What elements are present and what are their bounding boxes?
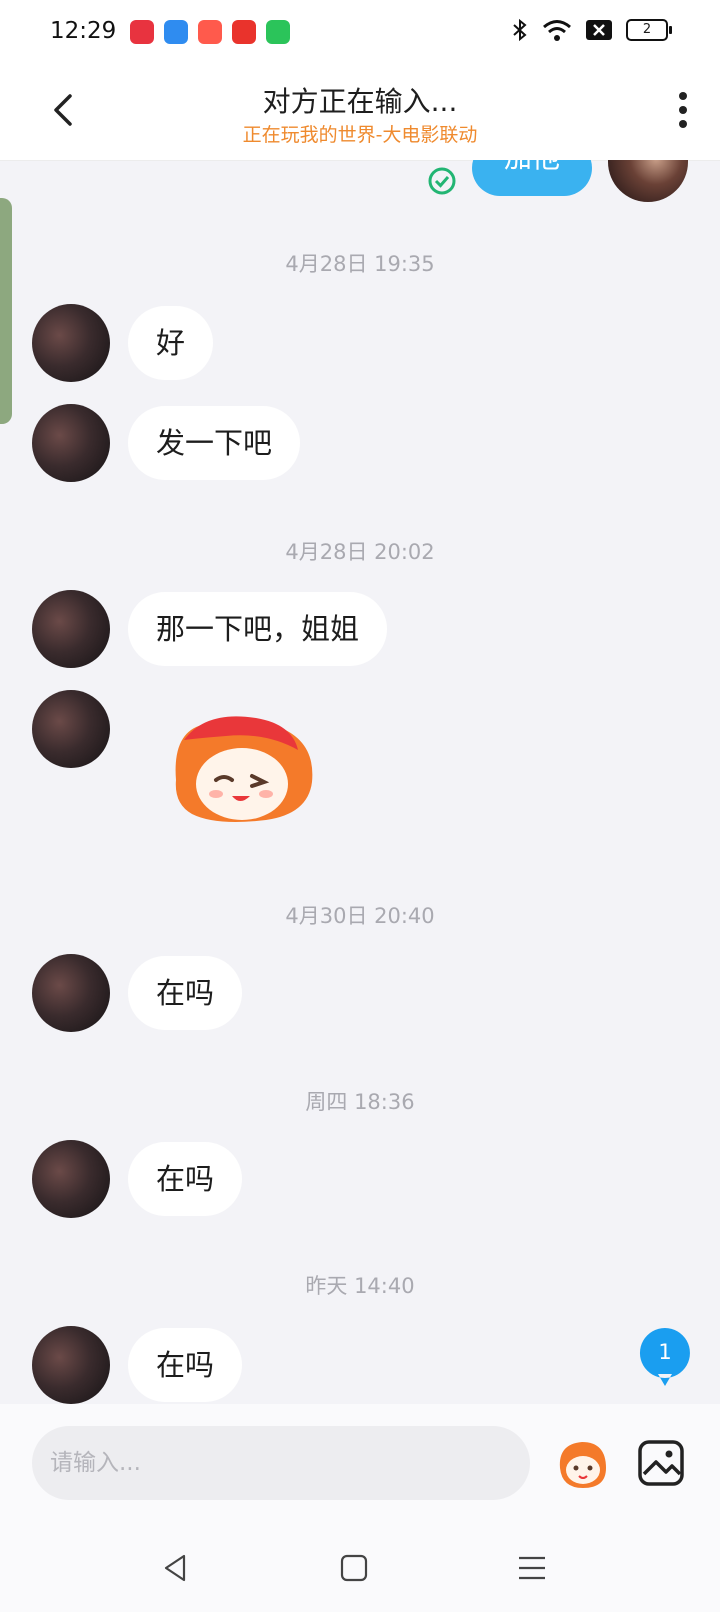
- bluetooth-icon: [513, 18, 527, 42]
- chat-timestamp: 周四 18:36: [305, 1090, 415, 1114]
- contact-avatar[interactable]: [32, 1326, 110, 1404]
- contact-avatar[interactable]: [32, 404, 110, 482]
- nav-menu-icon[interactable]: [514, 1550, 550, 1586]
- message-input-bar: [0, 1404, 720, 1524]
- contact-avatar[interactable]: [32, 1140, 110, 1218]
- chat-timestamp: 4月30日 20:40: [285, 904, 435, 928]
- received-message-bubble[interactable]: 在吗: [128, 1142, 243, 1216]
- nav-back-icon[interactable]: [158, 1550, 194, 1586]
- play-app-icon: [232, 20, 256, 44]
- contact-avatar[interactable]: [32, 954, 110, 1032]
- emoji-sticker-icon[interactable]: [554, 1434, 612, 1492]
- contact-avatar[interactable]: [32, 690, 110, 768]
- chat-title: 对方正在输入...: [262, 85, 458, 118]
- sent-message-text: 加他: [504, 160, 560, 174]
- image-picker-icon[interactable]: [636, 1438, 686, 1488]
- system-navigation-bar: [0, 1524, 720, 1612]
- received-message-bubble[interactable]: 在吗: [128, 1328, 243, 1402]
- sent-message-bubble[interactable]: 加他: [472, 160, 592, 196]
- side-drag-handle[interactable]: [0, 198, 12, 424]
- battery-indicator: 2: [626, 19, 672, 41]
- notification-app-icons: [130, 20, 290, 44]
- unread-count: 1: [658, 1340, 672, 1364]
- chat-timestamp: 4月28日 20:02: [285, 540, 435, 564]
- my-avatar[interactable]: [608, 160, 688, 202]
- chat-messages-area[interactable]: 加他 4月28日 19:35 好 发一下吧 4月28日 20:02 那一下吧，姐…: [0, 160, 720, 1404]
- video-app-icon: [130, 20, 154, 44]
- wifi-icon: [543, 20, 571, 41]
- browser-app-icon: [164, 20, 188, 44]
- status-time: 12:29: [50, 18, 117, 44]
- received-message-bubble[interactable]: 好: [128, 306, 214, 380]
- read-check-icon: [428, 167, 456, 195]
- more-options-icon[interactable]: [668, 88, 698, 132]
- contact-avatar[interactable]: [32, 590, 110, 668]
- received-message-bubble[interactable]: 那一下吧，姐姐: [128, 592, 388, 666]
- message-input[interactable]: [32, 1426, 530, 1500]
- chat-header: 对方正在输入... 正在玩我的世界-大电影联动: [0, 66, 720, 161]
- shop-app-icon: [198, 20, 222, 44]
- status-bar: 12:29 2: [0, 0, 720, 66]
- market-app-icon: [266, 20, 290, 44]
- chat-timestamp: 4月28日 19:35: [285, 252, 435, 276]
- received-message-bubble[interactable]: 发一下吧: [128, 406, 301, 480]
- no-signal-icon: [586, 20, 612, 40]
- unread-messages-badge[interactable]: 1: [638, 1326, 692, 1386]
- nav-home-icon[interactable]: [336, 1550, 372, 1586]
- system-icons: 2: [512, 18, 672, 42]
- sticker-image[interactable]: [166, 710, 322, 830]
- contact-avatar[interactable]: [32, 304, 110, 382]
- chat-subtitle: 正在玩我的世界-大电影联动: [242, 124, 478, 146]
- received-message-bubble[interactable]: 在吗: [128, 956, 243, 1030]
- chat-timestamp: 昨天 14:40: [305, 1274, 415, 1298]
